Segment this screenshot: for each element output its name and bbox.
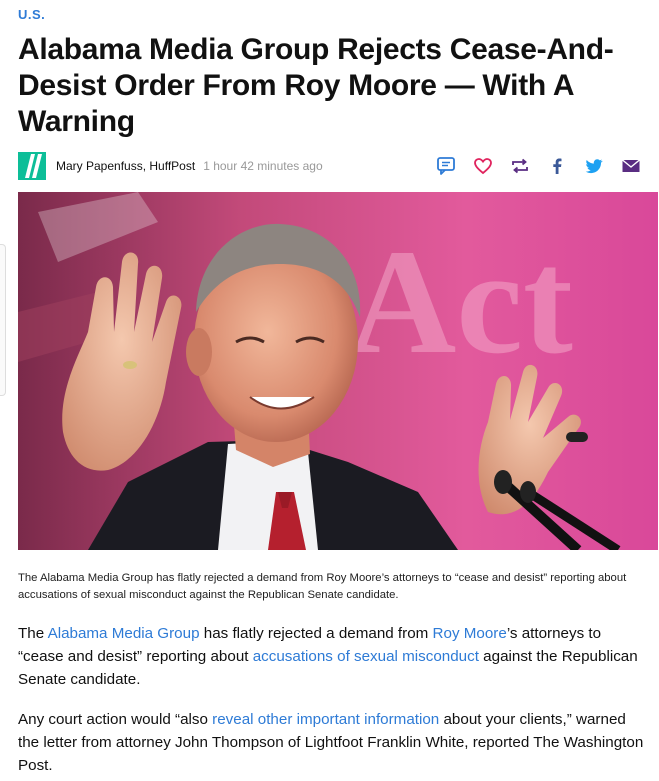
article-page: U.S. Alabama Media Group Rejects Cease-A…: [0, 0, 659, 781]
image-caption: The Alabama Media Group has flatly rejec…: [18, 572, 627, 601]
link-roy-moore[interactable]: Roy Moore: [433, 625, 507, 642]
link-accusations[interactable]: accusations of sexual misconduct: [253, 648, 479, 665]
email-icon[interactable]: [619, 154, 643, 178]
svg-text:Act: Act: [348, 219, 573, 385]
link-reveal-info[interactable]: reveal other important information: [212, 711, 439, 728]
paragraph-text: The: [18, 625, 48, 642]
author-label[interactable]: Mary Papenfuss,: [56, 159, 146, 173]
outlet-label[interactable]: HuffPost: [149, 159, 195, 173]
share-bar: [421, 154, 643, 178]
hero-image[interactable]: Act: [18, 192, 658, 550]
timestamp: 1 hour 42 minutes ago: [203, 159, 323, 173]
page-title: Alabama Media Group Rejects Cease-And-De…: [18, 33, 614, 138]
repost-icon[interactable]: [508, 154, 532, 178]
comment-icon[interactable]: [434, 154, 458, 178]
facebook-icon[interactable]: [545, 154, 569, 178]
paragraph-text: Any court action would “also: [18, 711, 213, 728]
author-name[interactable]: Mary Papenfuss, HuffPost: [56, 159, 195, 173]
section-link[interactable]: U.S.: [18, 7, 45, 22]
huffpost-logo-icon: [18, 152, 46, 180]
byline: Mary Papenfuss, HuffPost 1 hour 42 minut…: [18, 151, 643, 181]
twitter-icon[interactable]: [582, 154, 606, 178]
article-paragraph-1: The Alabama Media Group has flatly rejec…: [18, 622, 648, 691]
link-alabama-media-group[interactable]: Alabama Media Group: [48, 625, 200, 642]
heart-icon[interactable]: [471, 154, 495, 178]
article-paragraph-2: Any court action would “also reveal othe…: [18, 708, 648, 777]
paragraph-text: has flatly rejected a demand from: [199, 625, 433, 642]
side-tab[interactable]: [0, 244, 6, 396]
